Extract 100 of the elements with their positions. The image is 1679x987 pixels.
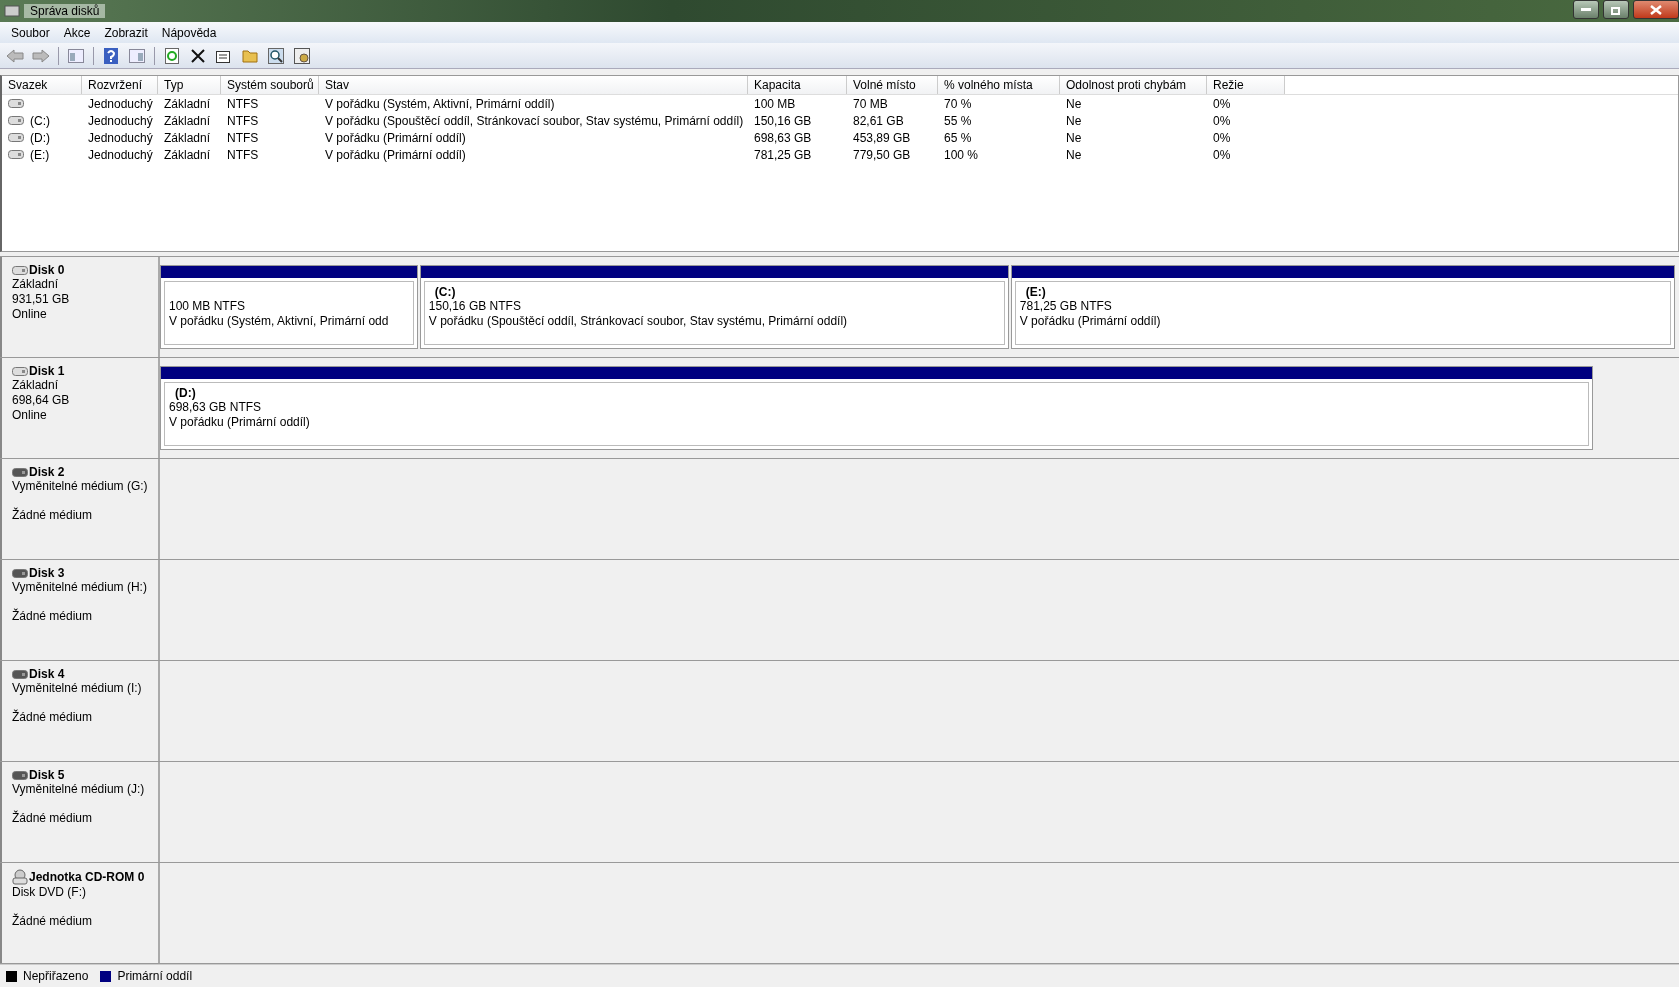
disk-status: Žádné médium [12,914,94,929]
table-cell-text: 82,61 GB [852,113,905,128]
disk-name: Disk 0 [29,263,65,277]
column-header[interactable]: Odolnost proti chybám [1060,76,1207,94]
menu-item[interactable]: Zobrazit [97,25,155,40]
window-title: Správa disků [24,4,106,18]
table-cell-text: Ne [1065,113,1083,128]
folder-icon [241,48,259,63]
app-icon [4,4,20,18]
table-cell-text: 150,16 GB [753,113,813,128]
partition-block[interactable]: (C:) 150,16 GB NTFS V pořádku (Spouštěcí oddíl, Stránkovací soubor, Stav systému, Primární oddíl) [419,265,1009,349]
column-header[interactable]: Volné místo [847,76,938,94]
table-cell: (E:) [30,147,50,162]
column-header[interactable]: Svazek [2,76,82,94]
delete-icon [191,48,205,63]
table-cell-text: 781,25 GB [753,147,813,162]
table-cell-text: 0% [1212,96,1232,111]
table-cell-text: 100 MB [753,96,797,111]
disk-type: Základní [12,277,60,292]
partition-size: 781,25 GB NTFS [1019,299,1113,314]
close-button[interactable] [1633,0,1679,19]
drive-icon [8,150,24,159]
refresh-icon [165,47,179,64]
disk-name: Disk 2 [29,465,65,479]
table-cell-text: Ne [1065,130,1083,145]
disk-status: Žádné médium [12,609,94,624]
properties-icon [216,48,232,63]
disk-name: Jednotka CD-ROM 0 [29,870,145,884]
drive-icon [12,568,28,578]
table-cell-text: V pořádku (Spouštěcí oddíl, Stránkovací soubor, Stav systému, Primární oddíl) [324,113,745,128]
disk-type: Vyměnitelné médium (H:) [12,580,148,595]
table-cell-text: 0% [1212,130,1232,145]
table-cell-text: V pořádku (Primární oddíl) [324,130,467,145]
disk-type: Vyměnitelné médium (I:) [12,681,143,696]
table-cell-text: Jednoduchý [87,147,154,162]
table-cell-text: 100 % [943,147,980,162]
minimize-icon [1581,8,1591,11]
settings-icon [294,47,310,64]
column-header[interactable]: Kapacita [748,76,847,94]
table-cell-text: 453,89 GB [852,130,912,145]
drive-icon [12,467,28,477]
partition-status: V pořádku (Primární oddíl) [169,415,311,430]
table-cell-text: Jednoduchý [87,96,154,111]
table-cell-text: NTFS [226,113,260,128]
partition-size: 698,63 GB NTFS [169,400,263,415]
table-cell-text: 0% [1212,113,1232,128]
panel-icon [129,48,145,63]
partition-status: V pořádku (Systém, Aktivní, Primární odd [169,314,390,329]
drive-icon [12,265,28,275]
table-cell-text: Jednoduchý [87,130,154,145]
partition-block[interactable]: (D:) 698,63 GB NTFS V pořádku (Primární oddíl) [160,366,1593,450]
menu-item[interactable]: Akce [56,25,98,40]
table-cell-text: Základní [163,113,212,128]
column-header[interactable]: Systém souborů [221,76,319,94]
column-header[interactable]: Typ [158,76,221,94]
table-cell: (D:) [30,130,50,145]
disk-name: Disk 1 [29,364,65,378]
disk-status: Žádné médium [12,710,94,725]
legend-label: Nepřiřazeno [23,969,89,983]
disk-size: 931,51 GB [12,292,71,307]
partition-block[interactable]: 100 MB NTFS V pořádku (Systém, Aktivní, Primární odd [160,265,418,349]
column-header[interactable]: Režie [1207,76,1285,94]
drive-icon [8,133,24,142]
disk-status: Žádné médium [12,811,94,826]
column-header[interactable]: % volného místa [938,76,1060,94]
restore-button[interactable] [1603,0,1629,19]
disk-type: Vyměnitelné médium (J:) [12,782,146,797]
column-header[interactable]: Rozvržení [82,76,158,94]
restore-icon [1611,4,1621,15]
disk-type: Vyměnitelné médium (G:) [12,479,149,494]
drive-icon [8,116,24,125]
table-cell-text: Ne [1065,96,1083,111]
partition-status: V pořádku (Spouštěcí oddíl, Stránkovací soubor, Stav systému, Primární oddíl) [428,314,849,329]
drive-icon [12,770,28,780]
panel-icon [68,48,84,63]
disk-size: 698,64 GB [12,393,71,408]
magnifier-icon [268,47,284,64]
menu-item[interactable]: Nápověda [154,25,224,40]
column-header[interactable]: Stav [319,76,748,94]
drive-icon [8,99,24,108]
menu-item[interactable]: Soubor [4,25,57,40]
partition-size: 100 MB NTFS [169,299,247,314]
table-cell-text: 65 % [943,130,973,145]
partition-size: 150,16 GB NTFS [428,299,522,314]
disk-status: Online [12,307,48,322]
disk-status: Online [12,408,48,423]
disk-name: Disk 3 [29,566,65,580]
help-icon [104,47,118,64]
minimize-button[interactable] [1573,0,1599,19]
back-arrow-icon [6,48,24,63]
partition-block[interactable]: (E:) 781,25 GB NTFS V pořádku (Primární oddíl) [1010,265,1675,349]
table-cell-text: Ne [1065,147,1083,162]
table-cell-text: 55 % [943,113,973,128]
table-cell-text: 0% [1212,147,1232,162]
table-cell-text: 70 % [943,96,973,111]
table-cell-text: 779,50 GB [852,147,912,162]
table-cell-text: Jednoduchý [87,113,154,128]
disk-status: Žádné médium [12,508,94,523]
partition-label: (C:) [434,285,456,299]
drive-icon [12,366,28,376]
